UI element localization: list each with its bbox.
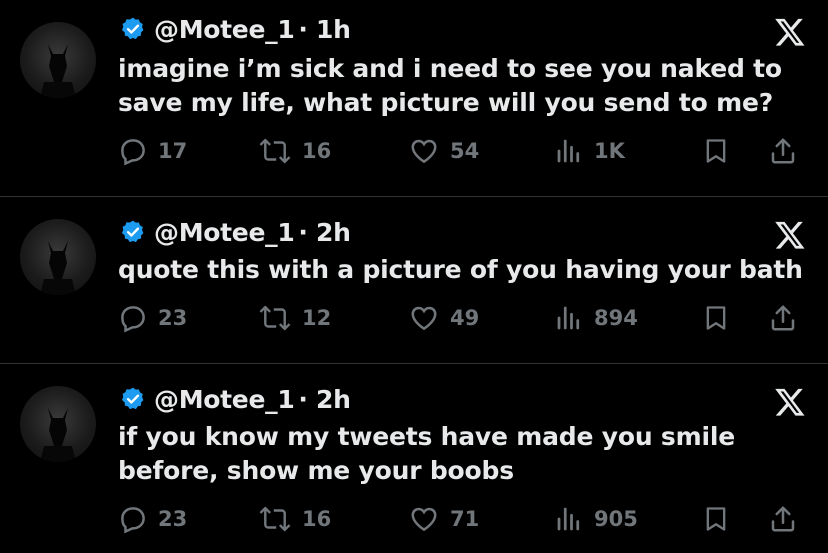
tweet[interactable]: @Motee_1 · 1h imagine i’m sick and i nee… [0,0,828,196]
views-count: 894 [594,306,638,330]
like-button[interactable]: 49 [408,303,479,333]
heart-icon [411,507,437,532]
like-count: 71 [450,507,480,531]
repost-icon [259,138,291,164]
repost-count: 16 [302,507,332,531]
reply-button[interactable]: 23 [118,303,187,333]
tweet[interactable]: @Motee_1 · 2h if you know my tweets have… [0,364,828,553]
reply-button[interactable]: 23 [118,504,187,534]
tweet-text: if you know my tweets have made you smil… [118,420,798,488]
bookmark-icon [706,306,726,330]
bookmark-button[interactable] [702,136,730,166]
heart-icon [411,306,437,331]
reply-icon [121,507,145,534]
tweet[interactable]: @Motee_1 · 2h quote this with a picture … [0,197,828,363]
repost-button[interactable]: 16 [258,136,331,166]
x-logo-icon [775,388,805,416]
tweet-text-line: quote this with a picture of you having … [118,255,803,284]
views-icon [557,507,580,531]
avatar[interactable] [20,219,96,295]
views-count: 1K [594,139,625,163]
tweet-text-line: save my life, what picture will you send… [118,88,774,117]
verified-badge-icon [121,17,144,40]
like-count: 54 [450,139,480,163]
verified-badge-icon [121,387,144,410]
views-button[interactable]: 1K [554,136,625,166]
tweet-header: @Motee_1 · 1h [120,14,351,44]
repost-button[interactable]: 16 [258,504,331,534]
share-icon [771,305,795,331]
tweet-text: imagine i’m sick and i need to see you n… [118,52,798,120]
reply-count: 23 [158,507,188,531]
verified-badge-icon [121,220,144,243]
like-button[interactable]: 54 [408,136,479,166]
x-logo-icon [775,221,805,249]
reply-count: 17 [158,139,188,163]
author-handle[interactable]: @Motee_1 [154,218,295,247]
timestamp[interactable]: · 1h [298,15,351,44]
views-button[interactable]: 894 [554,303,638,333]
reply-count: 23 [158,306,188,330]
avatar[interactable] [20,386,96,462]
reply-icon [121,139,145,166]
views-icon [557,306,580,330]
bookmark-icon [706,507,726,531]
repost-icon [259,305,291,331]
views-icon [557,139,580,163]
like-button[interactable]: 71 [408,504,479,534]
heart-icon [411,139,437,164]
action-bar: 23 12 49 894 [118,303,808,337]
repost-count: 16 [302,139,332,163]
action-bar: 17 16 54 1K [118,136,808,170]
author-handle[interactable]: @Motee_1 [154,385,295,414]
tweet-header: @Motee_1 · 2h [120,384,351,414]
share-icon [771,138,795,164]
share-button[interactable] [768,504,798,534]
repost-icon [259,506,291,532]
bookmark-icon [706,139,726,163]
reply-button[interactable]: 17 [118,136,187,166]
views-button[interactable]: 905 [554,504,638,534]
share-button[interactable] [768,136,798,166]
bookmark-button[interactable] [702,504,730,534]
share-icon [771,506,795,532]
author-handle[interactable]: @Motee_1 [154,15,295,44]
repost-count: 12 [302,306,332,330]
tweet-text-line: imagine i’m sick and i need to see you n… [118,54,782,83]
avatar[interactable] [20,22,96,98]
bookmark-button[interactable] [702,303,730,333]
reply-icon [121,306,145,333]
like-count: 49 [450,306,480,330]
action-bar: 23 16 71 905 [118,504,808,538]
tweet-header: @Motee_1 · 2h [120,217,351,247]
tweet-text-line: before, show me your boobs [118,456,514,485]
tweet-text: quote this with a picture of you having … [118,253,818,287]
share-button[interactable] [768,303,798,333]
timestamp[interactable]: · 2h [298,218,351,247]
x-logo-icon [775,18,805,46]
views-count: 905 [594,507,638,531]
timestamp[interactable]: · 2h [298,385,351,414]
repost-button[interactable]: 12 [258,303,331,333]
tweet-text-line: if you know my tweets have made you smil… [118,422,735,451]
